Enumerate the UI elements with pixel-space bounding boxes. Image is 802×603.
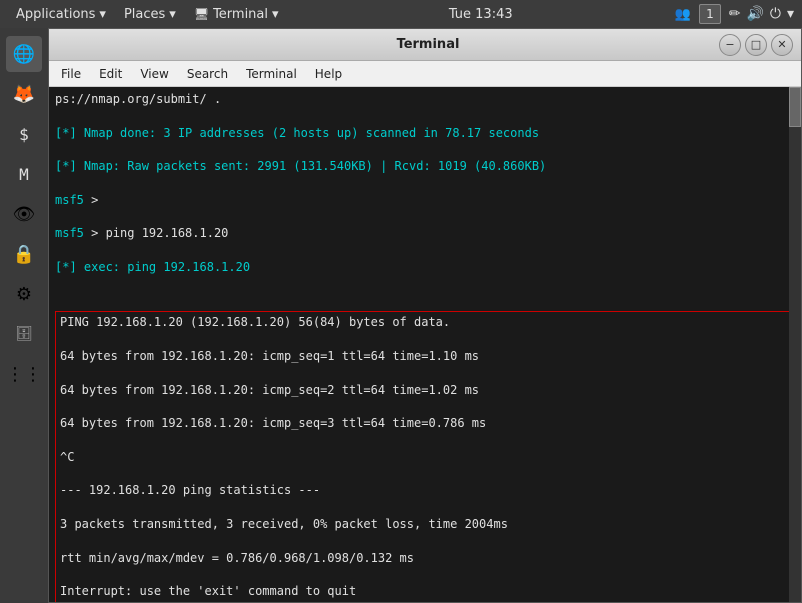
datetime: Tue 13:43 xyxy=(449,7,513,22)
ping-output-box: PING 192.168.1.20 (192.168.1.20) 56(84) … xyxy=(55,311,795,602)
sidebar-icon-lock[interactable]: 🔒 xyxy=(6,236,42,272)
scrollbar[interactable] xyxy=(789,87,801,602)
network-icon[interactable]: ✏ xyxy=(729,6,741,22)
sidebar-icon-m[interactable]: M xyxy=(6,156,42,192)
terminal-menu-label: Terminal xyxy=(213,7,268,22)
sidebar-icon-network[interactable]: 🌐 xyxy=(6,36,42,72)
power-icon[interactable]: ⏻ xyxy=(770,6,781,22)
places-arrow: ▾ xyxy=(169,7,176,22)
sidebar: 🌐 🦊 $ M 👁 🔒 ⚙ 🗄 ⋮⋮ xyxy=(0,28,48,603)
sidebar-icon-settings[interactable]: ⚙ xyxy=(6,276,42,312)
sidebar-icon-db[interactable]: 🗄 xyxy=(6,316,42,352)
window-controls: − □ ✕ xyxy=(719,34,793,56)
applications-label: Applications xyxy=(16,7,95,22)
maximize-button[interactable]: □ xyxy=(745,34,767,56)
menu-terminal[interactable]: Terminal xyxy=(238,65,305,83)
sidebar-icon-eye[interactable]: 👁 xyxy=(6,196,42,232)
minimize-button[interactable]: − xyxy=(719,34,741,56)
close-button[interactable]: ✕ xyxy=(771,34,793,56)
terminal-title: Terminal xyxy=(137,37,719,52)
workspace-badge[interactable]: 1 xyxy=(699,4,721,24)
terminal-menu-arrow: ▾ xyxy=(272,7,279,22)
menu-file[interactable]: File xyxy=(53,65,89,83)
scrollbar-thumb[interactable] xyxy=(789,87,801,127)
menu-help[interactable]: Help xyxy=(307,65,350,83)
places-menu[interactable]: Places ▾ xyxy=(116,5,184,24)
workspace-number: 1 xyxy=(706,7,714,21)
menu-view[interactable]: View xyxy=(132,65,176,83)
terminal-window: Terminal − □ ✕ File Edit View Search Ter… xyxy=(48,28,802,603)
taskbar-left: Applications ▾ Places ▾ 🖥 Terminal ▾ xyxy=(8,5,287,24)
terminal-menu[interactable]: 🖥 Terminal ▾ xyxy=(186,5,287,24)
menu-search[interactable]: Search xyxy=(179,65,236,83)
terminal-content[interactable]: ps://nmap.org/submit/ . [*] Nmap done: 3… xyxy=(49,87,801,602)
menu-edit[interactable]: Edit xyxy=(91,65,130,83)
terminal-output: ps://nmap.org/submit/ . [*] Nmap done: 3… xyxy=(55,91,795,309)
sidebar-icon-dollar[interactable]: $ xyxy=(6,116,42,152)
user-icon: 👥 xyxy=(675,7,691,22)
taskbar: Applications ▾ Places ▾ 🖥 Terminal ▾ Tue… xyxy=(0,0,802,28)
ping-output: PING 192.168.1.20 (192.168.1.20) 56(84) … xyxy=(60,314,790,600)
applications-arrow: ▾ xyxy=(99,7,106,22)
system-icons: ✏ 🔊 ⏻ ▾ xyxy=(729,6,794,22)
volume-icon[interactable]: 🔊 xyxy=(746,6,763,22)
taskbar-center: Tue 13:43 xyxy=(449,7,513,22)
places-label: Places xyxy=(124,7,165,22)
sidebar-icon-grid[interactable]: ⋮⋮ xyxy=(6,356,42,392)
terminal-menubar: File Edit View Search Terminal Help xyxy=(49,61,801,87)
applications-menu[interactable]: Applications ▾ xyxy=(8,5,114,24)
terminal-titlebar: Terminal − □ ✕ xyxy=(49,29,801,61)
sidebar-icon-browser[interactable]: 🦊 xyxy=(6,76,42,112)
taskbar-right: 👥 1 ✏ 🔊 ⏻ ▾ xyxy=(675,4,794,24)
power-arrow: ▾ xyxy=(787,6,794,22)
